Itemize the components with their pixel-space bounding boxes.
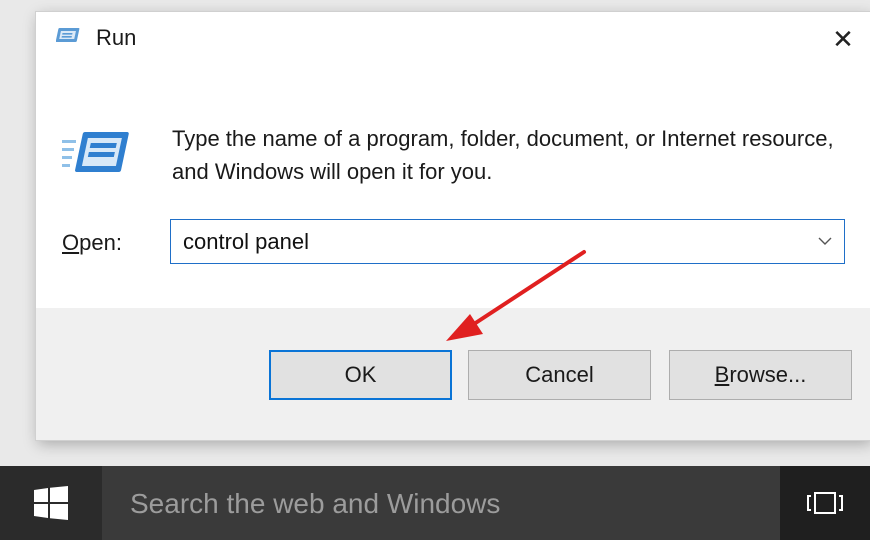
close-button[interactable]: ✕ — [816, 12, 870, 66]
search-placeholder: Search the web and Windows — [130, 488, 501, 519]
open-combobox[interactable] — [170, 219, 845, 264]
ok-button[interactable]: OK — [269, 350, 452, 400]
windows-logo-icon — [34, 486, 68, 520]
title-bar[interactable]: Run ✕ — [36, 12, 870, 66]
close-icon: ✕ — [832, 23, 854, 54]
combobox-dropdown-button[interactable] — [806, 220, 844, 263]
chevron-down-icon — [818, 237, 832, 245]
task-view-icon — [807, 492, 843, 514]
taskbar-search-box[interactable]: Search the web and Windows — [102, 466, 780, 540]
open-label-text: pen: — [79, 230, 122, 255]
browse-label: rowse... — [729, 362, 807, 387]
dialog-content: Type the name of a program, folder, docu… — [36, 66, 870, 308]
open-label: Open: — [62, 230, 122, 256]
dialog-title: Run — [96, 25, 137, 50]
taskbar: Search the web and Windows — [0, 466, 870, 540]
dialog-description: Type the name of a program, folder, docu… — [172, 126, 834, 184]
run-icon — [56, 28, 80, 42]
start-button[interactable] — [0, 466, 102, 540]
button-bar: OK Cancel Browse... — [36, 308, 870, 440]
task-view-button[interactable] — [780, 466, 870, 540]
run-dialog: Run ✕ Type the name of a program, folder… — [36, 12, 870, 440]
open-input[interactable] — [183, 220, 783, 263]
open-label-accelerator: O — [62, 230, 80, 255]
browse-button[interactable]: Browse... — [669, 350, 852, 400]
run-large-icon — [62, 132, 129, 172]
browse-accelerator: B — [714, 362, 730, 387]
cancel-button[interactable]: Cancel — [468, 350, 651, 400]
